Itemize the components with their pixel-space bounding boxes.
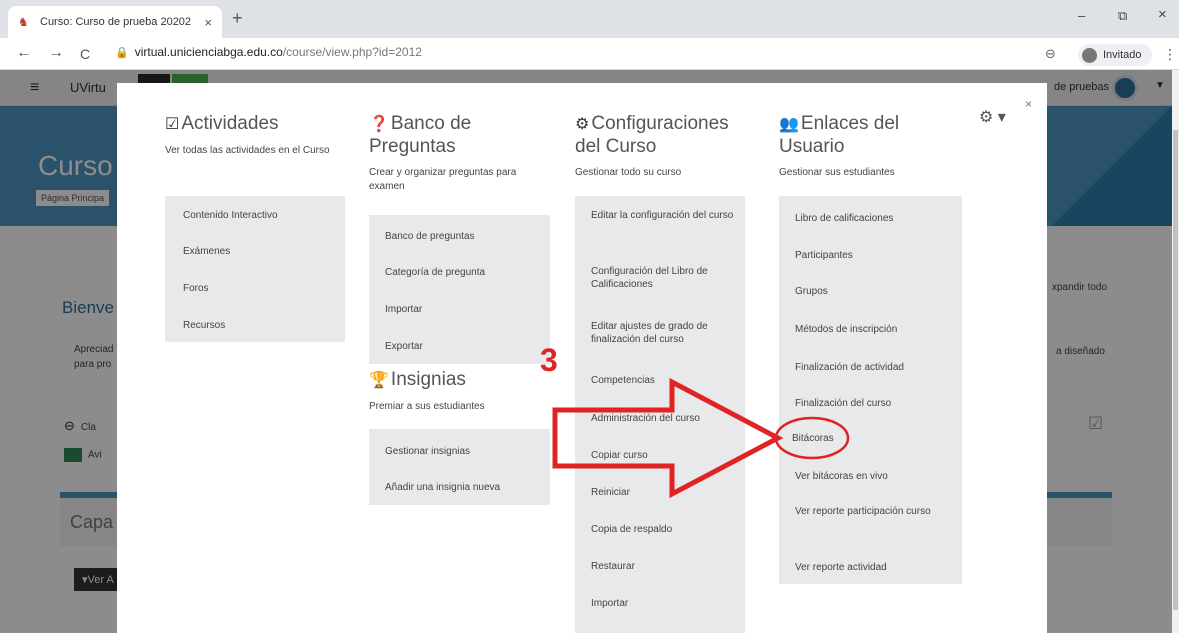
forward-button[interactable]: → [48, 44, 64, 62]
column-course-config: ⚙ Configuraciones del Curso Gestionar todo… [575, 113, 755, 180]
zoom-icon[interactable]: ⊖ [1045, 46, 1056, 62]
column-activities: ☑ Actividades Ver todas las actividades e… [165, 113, 335, 158]
column-description: Crear y organizar preguntas para examen [369, 167, 517, 192]
column-title-line: del Curso [575, 136, 657, 157]
reload-button[interactable]: C [80, 46, 90, 62]
column-title: Insignias [390, 369, 466, 390]
course-admin-modal: × ⚙ ▾ ☑ Actividades Ver todas las activid… [117, 83, 1047, 633]
cogs-icon: ⚙ [575, 116, 590, 133]
column-description: Gestionar todo su curso [575, 167, 682, 178]
user-links-item[interactable]: Ver reporte actividad [795, 561, 887, 574]
user-links-item-logs[interactable]: Bitácoras [792, 432, 834, 445]
column-question-bank: ❓ Banco de Preguntas Crear y organizar pre… [369, 113, 549, 194]
window-close-button[interactable]: × [1158, 6, 1167, 23]
trophy-icon: 🏆 [369, 372, 389, 389]
column-description: Gestionar sus estudiantes [779, 167, 895, 178]
question-bank-item[interactable]: Importar [385, 303, 422, 316]
lock-icon: 🔒 [115, 47, 129, 59]
tab-title: Curso: Curso de prueba 20202 [40, 16, 192, 28]
activities-item[interactable]: Foros [183, 282, 209, 295]
url-field[interactable]: 🔒 virtual.unicienciabga.edu.co/course/vie… [115, 45, 422, 59]
column-description: Ver todas las actividades en el Curso [165, 145, 330, 156]
user-links-item[interactable]: Finalización de actividad [795, 361, 904, 374]
activities-item[interactable]: Contenido Interactivo [183, 209, 278, 222]
user-links-item[interactable]: Participantes [795, 249, 853, 262]
activities-item[interactable]: Recursos [183, 319, 225, 332]
new-tab-button[interactable]: + [232, 8, 243, 29]
browser-tabbar: ♞ Curso: Curso de prueba 20202 × + – ⧉ × [0, 0, 1179, 38]
checkbox-icon: ☑ [165, 116, 180, 133]
course-config-item[interactable]: Importar [591, 597, 628, 610]
profile-avatar-icon [1082, 47, 1097, 63]
user-links-list: Libro de calificaciones Participantes Gr… [779, 196, 962, 584]
user-links-item[interactable]: Ver reporte participación curso [795, 505, 945, 518]
address-bar: ← → C 🔒 virtual.unicienciabga.edu.co/cour… [0, 38, 1179, 70]
modal-close-button[interactable]: × [1025, 97, 1032, 111]
scrollbar-thumb[interactable] [1173, 130, 1178, 610]
column-title-line: Configuraciones [591, 113, 729, 134]
question-bank-item[interactable]: Categoría de pregunta [385, 266, 485, 279]
badges-item[interactable]: Gestionar insignias [385, 445, 470, 458]
restore-button[interactable]: ⧉ [1118, 8, 1127, 24]
column-badges: 🏆 Insignias Premiar a sus estudiantes [369, 369, 549, 414]
profile-button[interactable]: Invitado [1078, 44, 1152, 66]
user-links-item[interactable]: Grupos [795, 285, 828, 298]
minimize-button[interactable]: – [1078, 8, 1085, 23]
course-config-item[interactable]: Reiniciar [591, 486, 630, 499]
course-config-item[interactable]: Editar la configuración del curso [591, 209, 736, 222]
url-path: /course/view.php?id=2012 [282, 45, 422, 59]
course-config-item[interactable]: Copia de respaldo [591, 523, 672, 536]
course-config-item[interactable]: Administración del curso [591, 412, 700, 425]
course-config-item[interactable]: Configuración del Libro de Calificacione… [591, 265, 736, 291]
site-favicon-icon: ♞ [18, 15, 29, 29]
users-icon: 👥 [779, 116, 799, 133]
column-title-line: Preguntas [369, 136, 456, 157]
settings-gear-icon[interactable]: ⚙ ▾ [979, 107, 1006, 127]
user-links-item[interactable]: Libro de calificaciones [795, 212, 893, 225]
course-config-item[interactable]: Restaurar [591, 560, 635, 573]
browser-tab[interactable]: ♞ Curso: Curso de prueba 20202 × [8, 6, 222, 38]
question-bank-list: Banco de preguntas Categoría de pregunta… [369, 215, 550, 364]
column-title-line: Enlaces del [800, 113, 900, 134]
activities-item[interactable]: Exámenes [183, 245, 230, 258]
course-config-list: Editar la configuración del curso Config… [575, 196, 745, 633]
profile-label: Invitado [1103, 49, 1142, 61]
column-title-line: Usuario [779, 136, 845, 157]
badges-list: Gestionar insignias Añadir una insignia … [369, 429, 550, 505]
page-scrollbar[interactable] [1172, 70, 1179, 633]
question-bank-item[interactable]: Banco de preguntas [385, 230, 475, 243]
browser-menu-icon[interactable]: ⋮ [1163, 46, 1177, 63]
course-config-item[interactable]: Copiar curso [591, 449, 648, 462]
column-user-links: 👥 Enlaces del Usuario Gestionar sus estudi… [779, 113, 969, 180]
course-config-item[interactable]: Competencias [591, 374, 655, 387]
column-description: Premiar a sus estudiantes [369, 401, 485, 412]
user-links-item[interactable]: Finalización del curso [795, 397, 891, 410]
badges-item[interactable]: Añadir una insignia nueva [385, 481, 500, 494]
user-links-item[interactable]: Ver bitácoras en vivo [795, 470, 888, 483]
course-config-item[interactable]: Editar ajustes de grado de finalización … [591, 320, 741, 346]
user-links-item[interactable]: Métodos de inscripción [795, 323, 897, 336]
column-title: Actividades [181, 113, 279, 134]
url-host: virtual.unicienciabga.edu.co [134, 45, 283, 59]
activities-list: Contenido Interactivo Exámenes Foros Rec… [165, 196, 345, 342]
column-title-line: Banco de [390, 113, 472, 134]
question-circle-icon: ❓ [369, 116, 389, 133]
back-button[interactable]: ← [16, 44, 32, 62]
tab-close-icon[interactable]: × [204, 15, 212, 30]
question-bank-item[interactable]: Exportar [385, 340, 423, 353]
annotation-step-number: 3 [540, 342, 558, 378]
